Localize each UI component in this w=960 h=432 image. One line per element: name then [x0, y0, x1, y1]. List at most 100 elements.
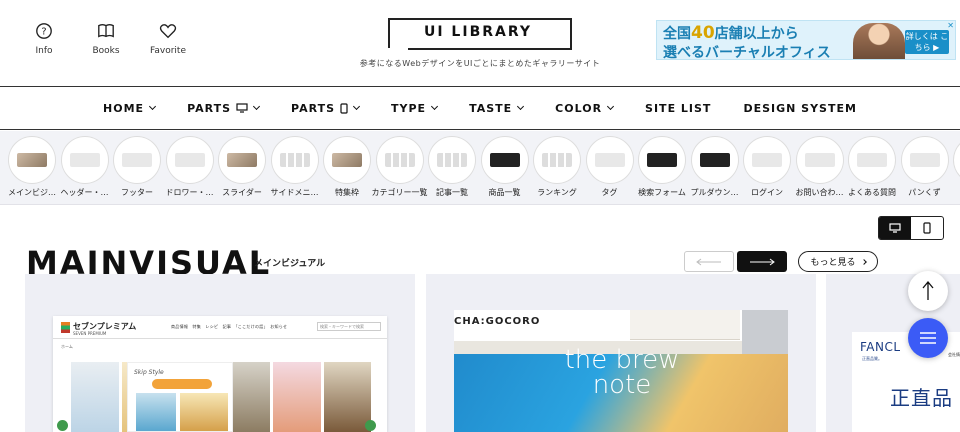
- category-label: フッター: [121, 188, 153, 197]
- nav-parts-mobile[interactable]: PARTS: [275, 102, 375, 115]
- category-thumbnail: [691, 137, 738, 183]
- arrow-right-icon: [750, 258, 775, 265]
- category-thumbnail: [849, 137, 895, 183]
- category-item[interactable]: スライダー: [215, 137, 269, 198]
- category-item[interactable]: サイドメニ…: [268, 137, 322, 198]
- category-thumb-image: [174, 153, 205, 167]
- category-thumbnail: [744, 137, 790, 183]
- desktop-icon: [236, 103, 248, 113]
- gallery-card[interactable]: セブンプレミアム SEVEN PREMIUM 商品情報 特集 レシピ 記事 「こ…: [25, 274, 415, 432]
- scroll-top-button[interactable]: [908, 271, 948, 311]
- nav-taste[interactable]: TASTE: [453, 102, 539, 115]
- category-item[interactable]: お問い合わ…: [793, 137, 847, 198]
- books-link[interactable]: Books: [86, 22, 126, 56]
- view-toggle: [878, 216, 944, 240]
- prev-button[interactable]: [684, 251, 734, 272]
- category-label: 検索フォーム: [638, 188, 686, 197]
- category-item[interactable]: フッター: [110, 137, 164, 198]
- nav-type[interactable]: TYPE: [375, 102, 453, 115]
- category-thumbnail: [586, 137, 633, 183]
- ad-cta-button[interactable]: 詳しくは こちら ▶: [905, 30, 949, 54]
- category-item[interactable]: ランキング: [530, 137, 584, 198]
- favorite-link[interactable]: Favorite: [148, 22, 188, 56]
- category-thumb-image: [69, 153, 100, 167]
- shot-tile: [323, 362, 371, 432]
- shot-promo: Skip Style: [127, 362, 233, 432]
- desktop-view-button[interactable]: [879, 217, 911, 239]
- category-item[interactable]: ドロワー・…: [163, 137, 217, 198]
- more-button[interactable]: もっと見る: [798, 251, 878, 272]
- category-thumbnail: [271, 137, 318, 183]
- ad-headline-1: 全国40店舗以上から: [663, 23, 799, 43]
- ad-close-icon[interactable]: ✕: [947, 21, 954, 30]
- category-item[interactable]: メインビジ…: [5, 137, 59, 198]
- main-nav: HOME PARTS PARTS TYPE TASTE COLOR SITE L…: [0, 86, 960, 130]
- shot-brand: FANCL: [860, 340, 901, 354]
- category-thumbnail: [166, 137, 213, 183]
- category-item[interactable]: ヘッダー・…: [58, 137, 112, 198]
- menu-button[interactable]: [908, 318, 948, 358]
- chevron-down-icon: [607, 102, 615, 111]
- category-thumb-image: [647, 153, 677, 167]
- category-item[interactable]: パンくず: [898, 137, 952, 198]
- category-item[interactable]: よくある質問: [845, 137, 899, 198]
- category-label: 記事一覧: [436, 188, 468, 197]
- category-item[interactable]: 記事一覧: [425, 137, 479, 198]
- category-thumb-image: [857, 153, 887, 167]
- shot-tile: [71, 362, 119, 432]
- shot-headline: the brew note: [564, 345, 680, 400]
- category-thumb-image: [752, 153, 782, 167]
- category-item[interactable]: 検索フォーム: [635, 137, 689, 198]
- next-button[interactable]: [737, 251, 787, 272]
- category-thumb-image: [437, 153, 467, 167]
- shot-tile: [273, 362, 321, 432]
- category-thumb-image: [594, 153, 625, 167]
- category-label: スライダー: [222, 188, 262, 197]
- category-label: タグ: [601, 188, 618, 197]
- promo-script: Skip Style: [134, 369, 164, 376]
- book-icon: [98, 24, 114, 38]
- arrow-up-icon: [922, 281, 934, 300]
- nav-parts-desktop[interactable]: PARTS: [171, 102, 275, 115]
- shot-brand-sub: 正直品質。: [862, 356, 882, 361]
- category-thumbnail: [376, 137, 423, 183]
- info-label: Info: [35, 46, 53, 56]
- category-thumbnail: [61, 137, 108, 183]
- category-thumb-image: [804, 153, 835, 167]
- category-thumbnail: [429, 137, 475, 183]
- info-link[interactable]: ? Info: [24, 22, 64, 56]
- mobile-view-button[interactable]: [911, 217, 943, 239]
- category-item[interactable]: 特集枠: [320, 137, 374, 198]
- category-item[interactable]: ペ: [950, 137, 960, 198]
- chevron-down-icon: [253, 102, 261, 111]
- gallery-card[interactable]: CHA:GOCORO the brew note: [426, 274, 816, 432]
- category-label: サイドメニ…: [270, 188, 319, 197]
- category-item[interactable]: ログイン: [740, 137, 794, 198]
- category-thumb-image: [542, 153, 572, 167]
- shot-cup: [630, 310, 740, 340]
- category-item[interactable]: タグ: [583, 137, 637, 198]
- category-thumbnail: [324, 137, 370, 183]
- category-thumb-image: [384, 153, 415, 167]
- nav-home[interactable]: HOME: [87, 102, 171, 115]
- nav-site-list[interactable]: SITE LIST: [629, 102, 727, 115]
- promo-image: [136, 393, 176, 431]
- shot-side-menu: 会社情: [948, 352, 960, 357]
- category-item[interactable]: カテゴリー一覧: [372, 137, 428, 198]
- category-item[interactable]: 商品一覧: [478, 137, 532, 198]
- utility-icons: ? Info Books Favorite: [24, 22, 188, 56]
- chevron-down-icon: [431, 102, 439, 111]
- nav-design-system[interactable]: DESIGN SYSTEM: [727, 102, 873, 115]
- shot-search: 検索・キーワードで検索: [317, 322, 381, 331]
- category-label: 商品一覧: [488, 188, 521, 197]
- nav-color[interactable]: COLOR: [539, 102, 629, 115]
- svg-text:?: ?: [41, 27, 46, 38]
- category-label: 特集枠: [335, 188, 359, 197]
- category-label: ランキング: [537, 188, 577, 197]
- category-item[interactable]: プルダウン…: [688, 137, 742, 198]
- ad-banner[interactable]: 全国40店舗以上から 選べるバーチャルオフィス 詳しくは こちら ▶ ✕: [656, 20, 956, 60]
- ad-headline-2: 選べるバーチャルオフィス: [663, 45, 831, 60]
- category-label: ドロワー・…: [165, 188, 214, 197]
- category-label: メインビジ…: [8, 188, 56, 197]
- info-icon: ?: [36, 23, 52, 39]
